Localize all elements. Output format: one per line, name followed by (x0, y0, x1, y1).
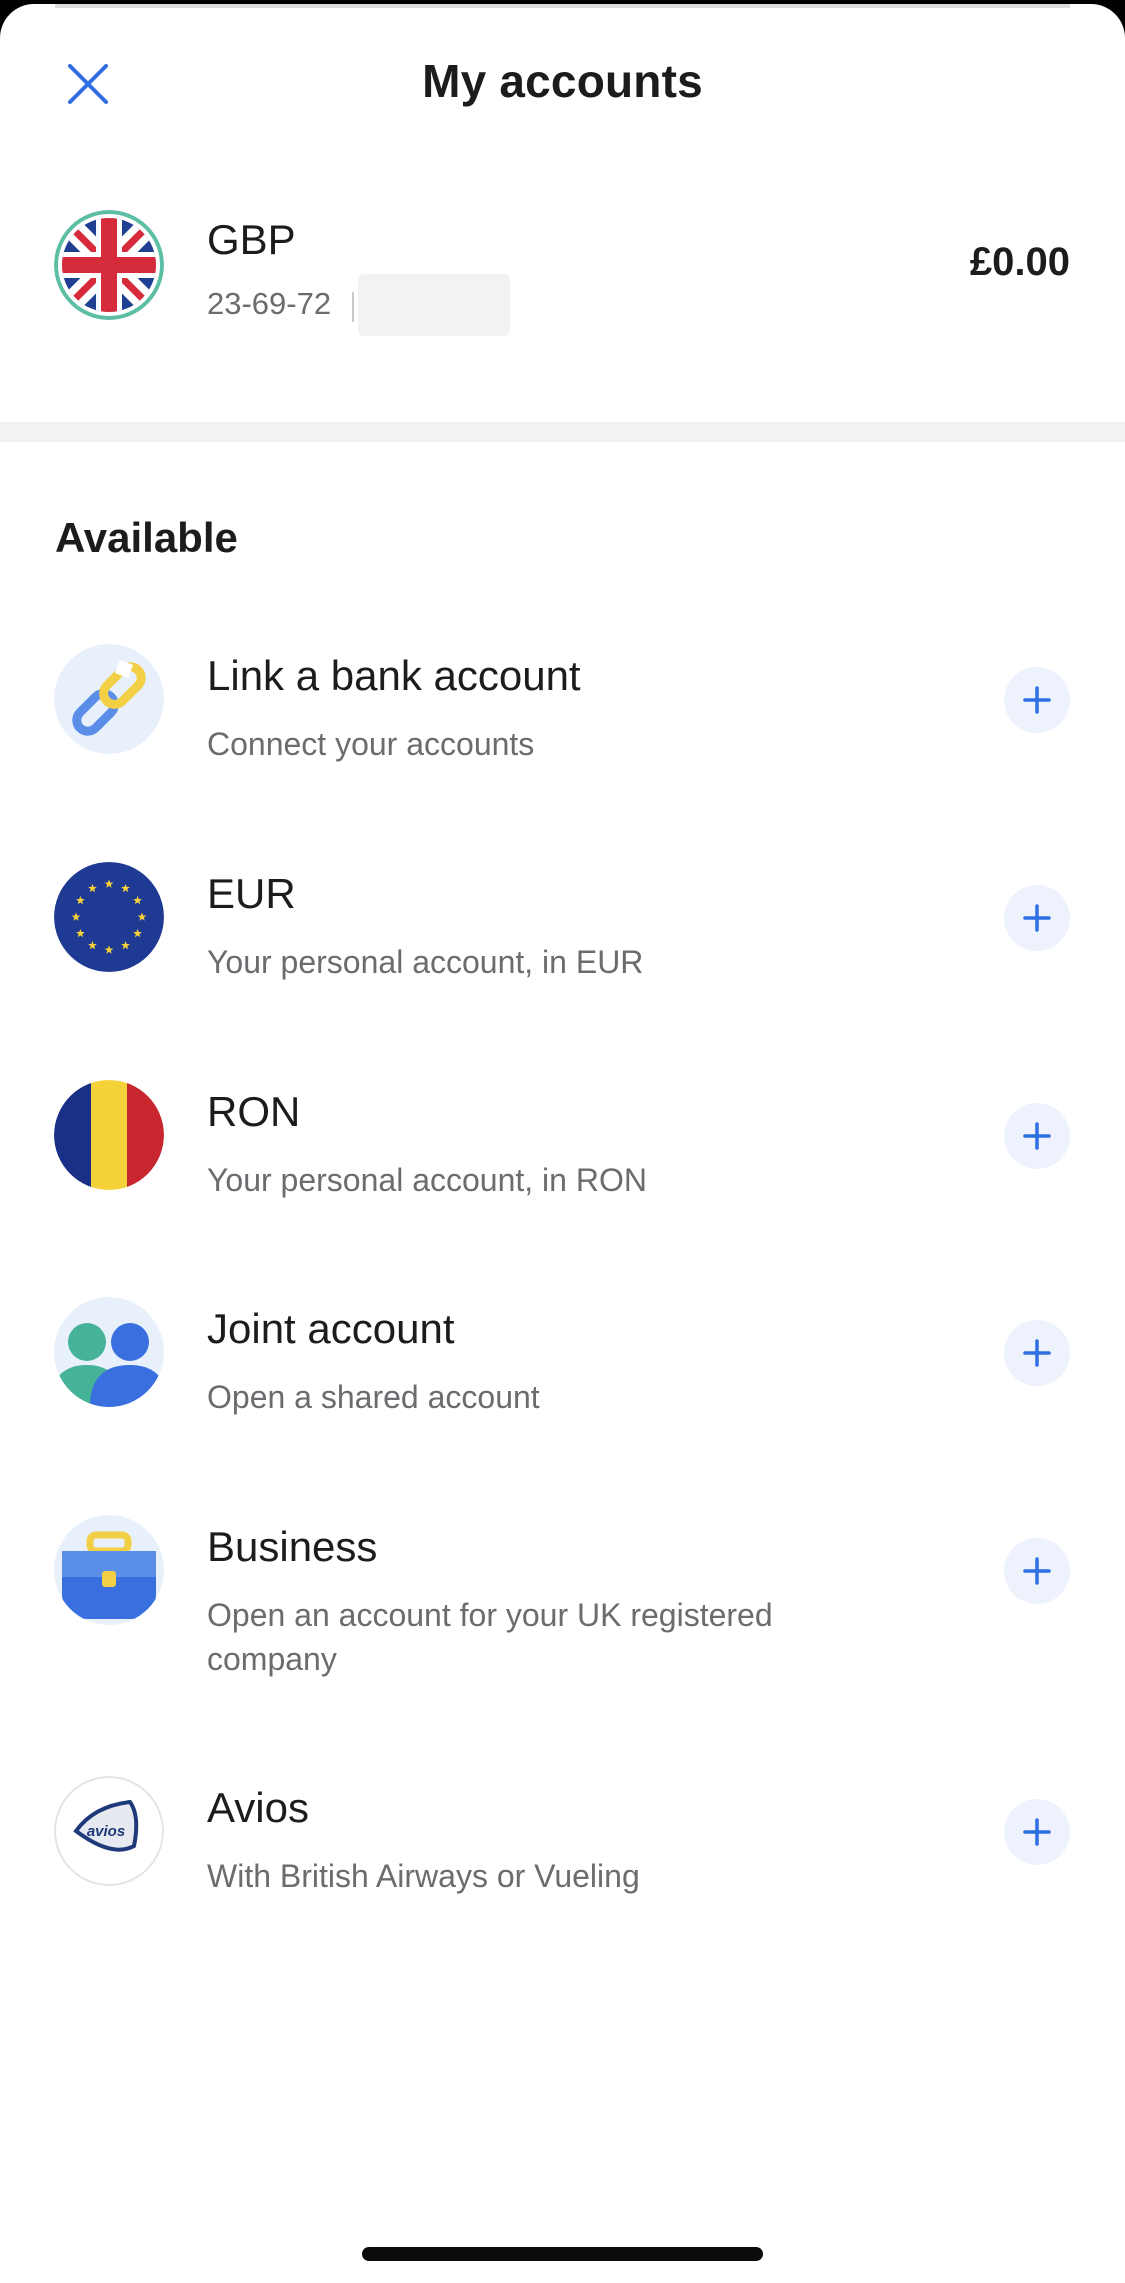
briefcase-icon (54, 1515, 164, 1625)
list-item-joint-account[interactable]: Joint account Open a shared account (0, 1297, 1125, 1477)
list-item-business[interactable]: Business Open an account for your UK reg… (0, 1515, 1125, 1735)
item-description: With British Airways or Vueling (207, 1858, 640, 1894)
people-icon (54, 1297, 164, 1407)
plus-icon (1023, 1557, 1051, 1585)
accounts-sheet: My accounts GBP 23-69-72 £0.00 Available… (0, 4, 1125, 2283)
item-name: Avios (207, 1784, 309, 1831)
svg-text:avios: avios (87, 1823, 125, 1840)
item-description: Your personal account, in EUR (207, 944, 644, 980)
header: My accounts (0, 4, 1125, 164)
sort-code: 23-69-72 (207, 286, 332, 321)
account-balance: £0.00 (969, 240, 1070, 284)
redacted-account-number (358, 274, 510, 336)
list-item-link-bank[interactable]: Link a bank account Connect your account… (0, 644, 1125, 824)
item-name: Joint account (207, 1305, 455, 1352)
plus-icon (1023, 1818, 1051, 1846)
add-button[interactable] (1004, 667, 1070, 733)
available-section-title: Available (55, 514, 238, 561)
item-name: Link a bank account (207, 652, 581, 699)
item-name: Business (207, 1523, 378, 1570)
list-item-eur[interactable]: EUR Your personal account, in EUR (0, 862, 1125, 1042)
list-item-ron[interactable]: RON Your personal account, in RON (0, 1080, 1125, 1260)
page-title: My accounts (422, 55, 703, 107)
romania-flag-icon (54, 1080, 164, 1190)
plus-icon (1023, 904, 1051, 932)
item-description: Connect your accounts (207, 726, 535, 762)
item-description: Open an account for your UK registered c… (207, 1597, 773, 1677)
add-button[interactable] (1004, 1799, 1070, 1865)
item-name: RON (207, 1088, 301, 1135)
add-button[interactable] (1004, 1320, 1070, 1386)
item-description: Open a shared account (207, 1379, 540, 1415)
account-currency: GBP (207, 216, 296, 263)
chain-link-icon (54, 644, 164, 754)
gbp-account-card[interactable]: GBP 23-69-72 £0.00 (0, 184, 1125, 424)
list-item-avios[interactable]: avios Avios With British Airways or Vuel… (0, 1776, 1125, 1956)
add-button[interactable] (1004, 1103, 1070, 1169)
section-divider (0, 422, 1125, 442)
plus-icon (1023, 1339, 1051, 1367)
home-indicator (362, 2247, 763, 2261)
sort-code-separator (352, 292, 354, 322)
plus-icon (1023, 1122, 1051, 1150)
add-button[interactable] (1004, 885, 1070, 951)
item-description: Your personal account, in RON (207, 1162, 647, 1198)
item-name: EUR (207, 870, 296, 917)
uk-flag-icon (54, 210, 164, 320)
add-button[interactable] (1004, 1538, 1070, 1604)
plus-icon (1023, 686, 1051, 714)
avios-logo-icon: avios (54, 1776, 164, 1886)
eu-flag-icon (54, 862, 164, 972)
